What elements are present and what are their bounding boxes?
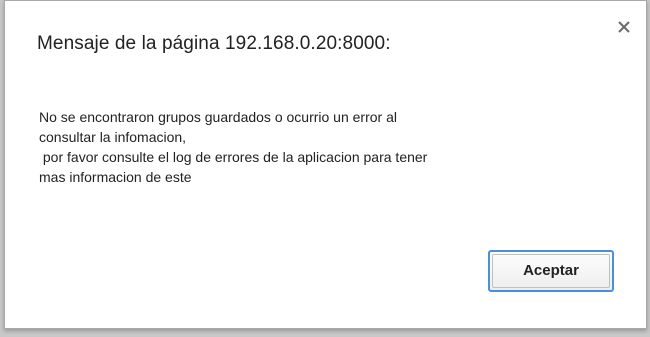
close-icon bbox=[616, 19, 632, 35]
dialog-message: No se encontraron grupos guardados o ocu… bbox=[39, 107, 629, 187]
message-line: No se encontraron grupos guardados o ocu… bbox=[39, 109, 397, 125]
message-line: por favor consulte el log de errores de … bbox=[39, 149, 428, 165]
accept-button[interactable]: Aceptar bbox=[488, 250, 614, 292]
alert-dialog: Mensaje de la página 192.168.0.20:8000: … bbox=[4, 0, 647, 329]
message-line: mas informacion de este bbox=[39, 169, 192, 185]
message-line: consultar la infomacion, bbox=[39, 129, 187, 145]
close-button[interactable] bbox=[616, 19, 632, 35]
accept-button-label: Aceptar bbox=[523, 262, 579, 279]
dialog-title: Mensaje de la página 192.168.0.20:8000: bbox=[37, 33, 391, 54]
